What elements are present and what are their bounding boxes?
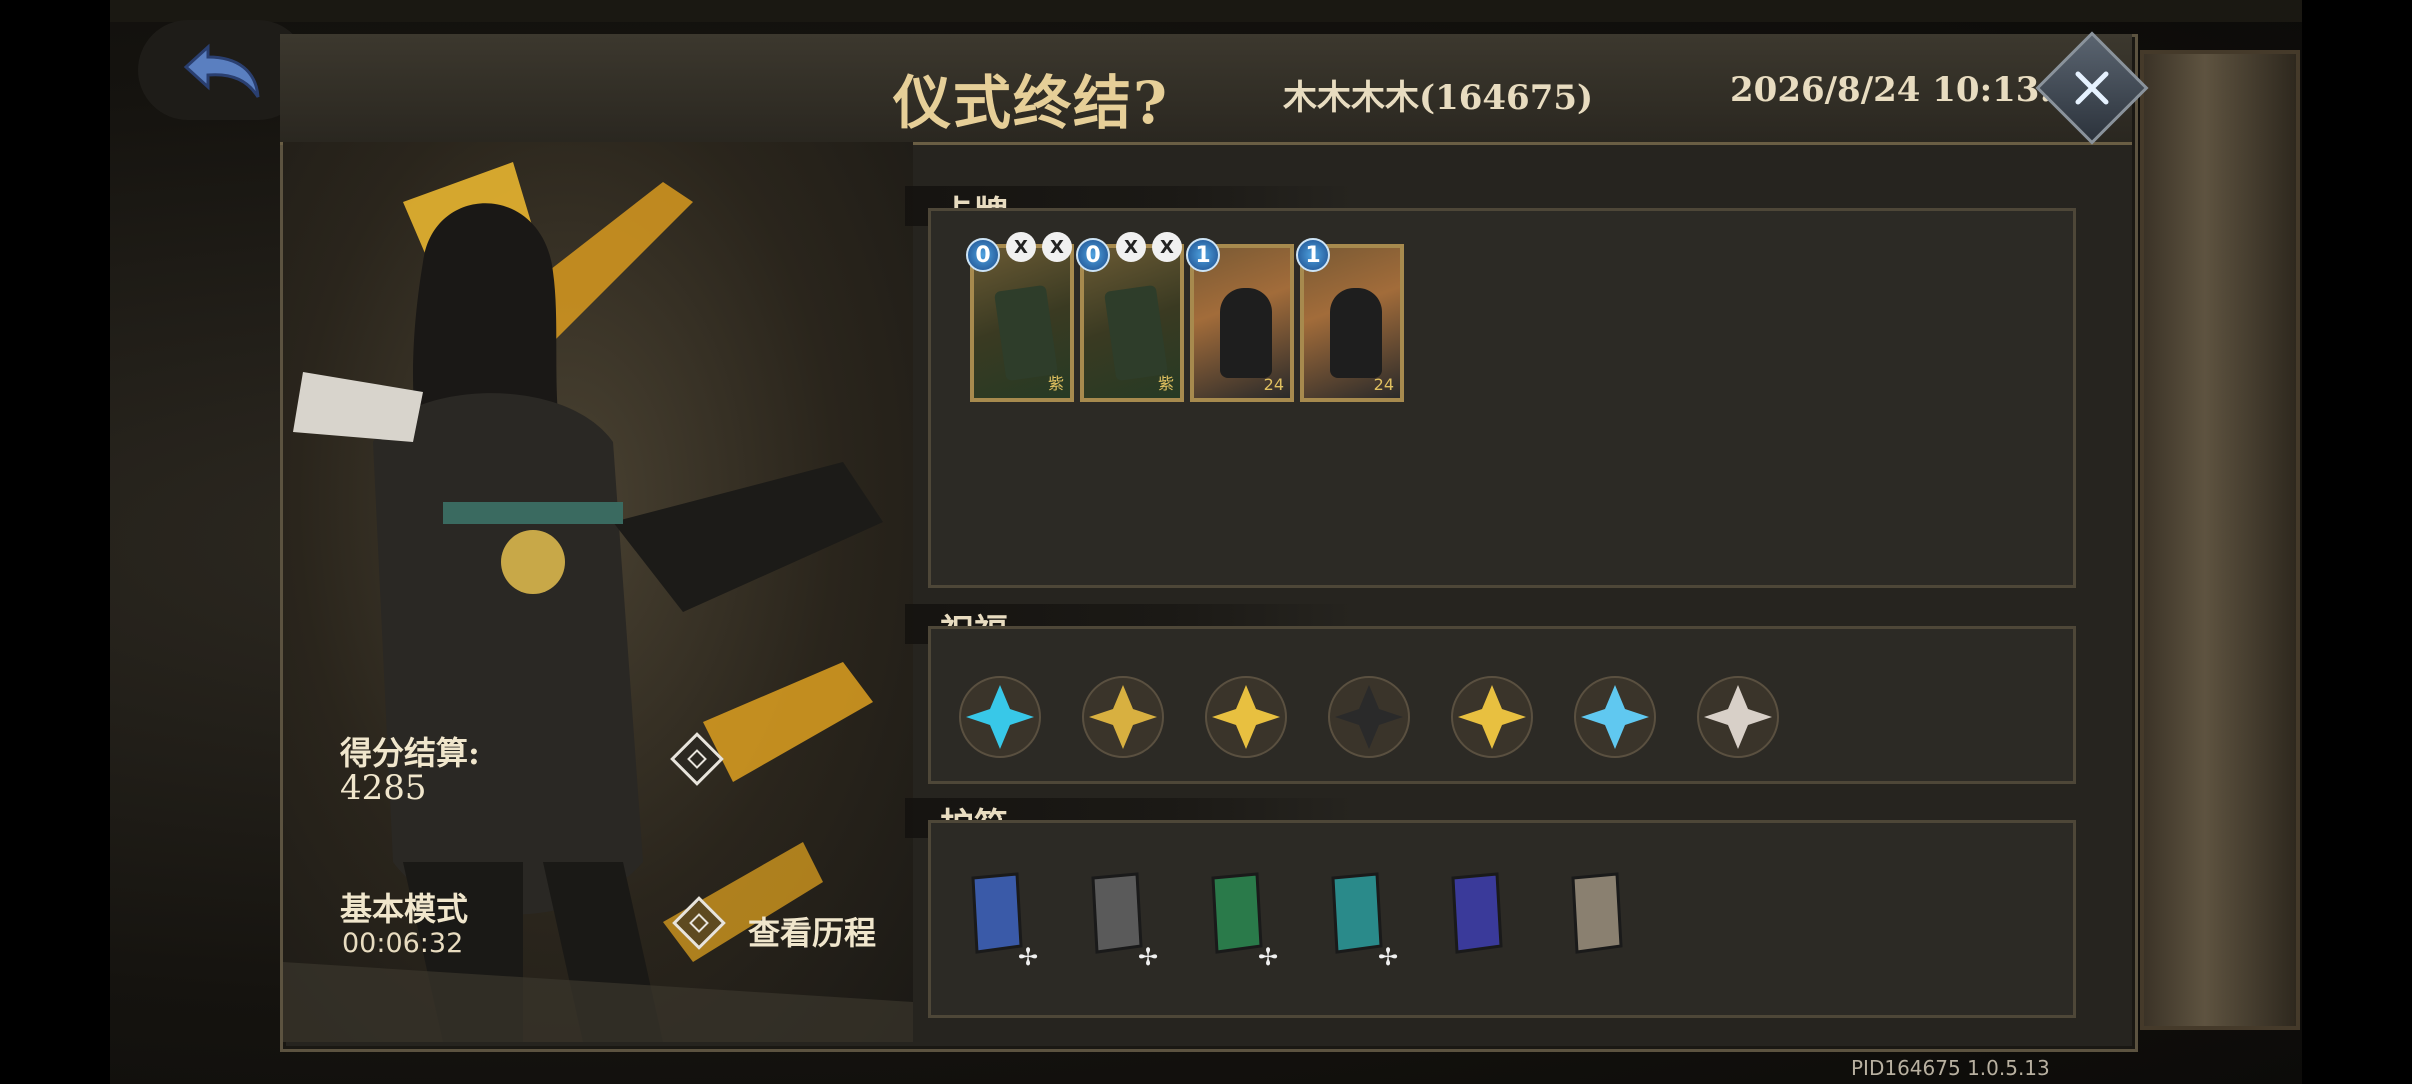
mode-label: 基本模式	[340, 890, 469, 928]
dark-haired-portrait-icon[interactable]	[1324, 672, 1414, 762]
golden-dragon-icon[interactable]	[1201, 672, 1291, 762]
purple-book-icon[interactable]	[1435, 868, 1525, 968]
lightning-orb-icon[interactable]	[1570, 672, 1660, 762]
card-cost-gem: 0	[1076, 238, 1110, 272]
card-cost-gem: 1	[1186, 238, 1220, 272]
card-x-badge: X	[1116, 232, 1146, 262]
back-arrow-icon	[183, 43, 260, 98]
card-monk-art	[1330, 288, 1382, 378]
card-cost-gem: 0	[966, 238, 1000, 272]
page-title: 仪式终结?	[893, 69, 1169, 137]
relic-upgrade-icon: ✢	[1137, 943, 1159, 971]
golden-flower-icon[interactable]	[1447, 672, 1537, 762]
card-footer-mark: 24	[1373, 375, 1394, 394]
player-name: 木木木木(164675)	[1283, 78, 1594, 118]
score-value: 4285	[340, 768, 427, 808]
right-letterbox	[2302, 0, 2412, 1084]
card-x-badge: X	[1152, 232, 1182, 262]
view-history-button[interactable]: 查看历程	[748, 908, 876, 954]
close-icon	[2064, 60, 2120, 116]
stone-idol-icon[interactable]	[1555, 868, 1645, 968]
card-footer-mark: 紫	[1047, 374, 1064, 393]
white-haired-portrait-icon[interactable]	[1693, 672, 1783, 762]
relic-upgrade-icon: ✢	[1377, 943, 1399, 971]
card-footer-mark: 紫	[1157, 374, 1174, 393]
relic-upgrade-icon: ✢	[1017, 943, 1039, 971]
top-strip	[110, 0, 2302, 22]
build-info: PID164675 1.0.5.13	[1851, 1056, 2050, 1080]
card-cost-gem: 1	[1296, 238, 1330, 272]
card-monk-art	[1220, 288, 1272, 378]
cards-star-icon[interactable]	[955, 672, 1045, 762]
card-tome-art	[993, 284, 1059, 382]
card-x-badge: X	[1042, 232, 1072, 262]
card-tome-art	[1103, 284, 1169, 382]
left-letterbox	[0, 0, 110, 1084]
mode-duration: 00:06:32	[342, 928, 464, 959]
relic-upgrade-icon: ✢	[1257, 943, 1279, 971]
card-x-badge: X	[1006, 232, 1036, 262]
card-footer-mark: 24	[1263, 375, 1284, 394]
background-panel-edge	[2140, 50, 2300, 1030]
golden-flame-emblem-icon[interactable]	[1078, 672, 1168, 762]
